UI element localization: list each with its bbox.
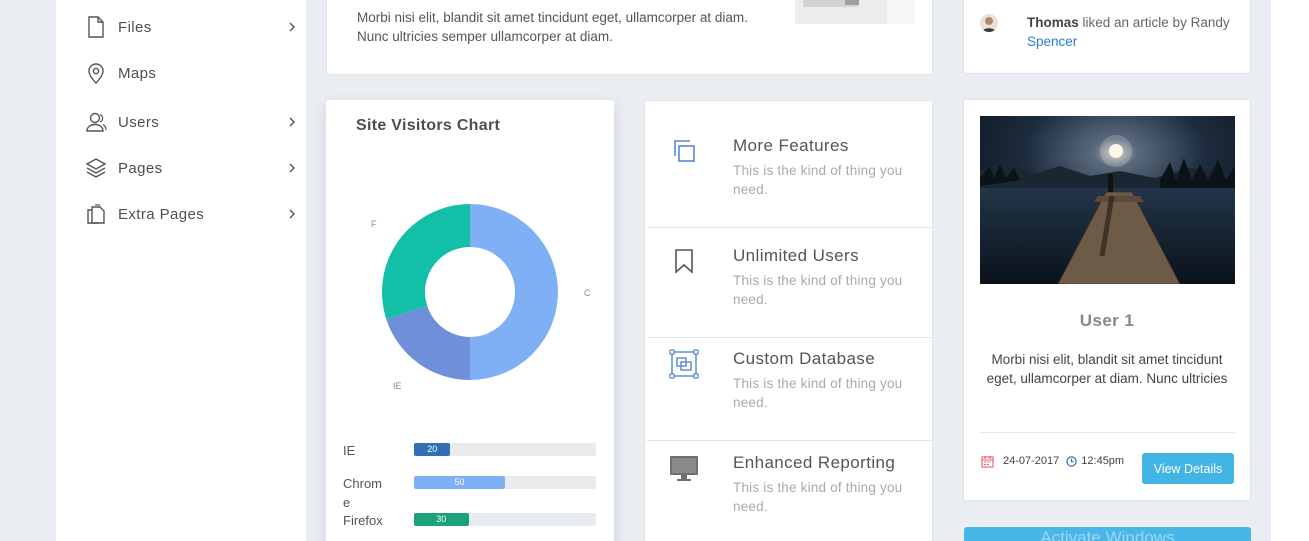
- sidebar-item-maps[interactable]: Maps: [84, 58, 298, 88]
- feature-desc: This is the kind of thing you need.: [733, 273, 903, 307]
- copy-icon: [669, 136, 699, 166]
- chevron-right-icon: [286, 162, 298, 174]
- article-card: Morbi nisi elit, blandit sit amet tincid…: [326, 0, 933, 75]
- sidebar-item-label: Extra Pages: [118, 205, 205, 223]
- feature-title: More Features: [733, 136, 849, 155]
- sidebar-item-files[interactable]: Files: [84, 12, 298, 42]
- activate-windows-watermark: Activate Windows: [964, 527, 1251, 541]
- avatar: [980, 14, 998, 32]
- sidebar-item-pages[interactable]: Pages: [84, 153, 298, 183]
- bar-label: Chrome: [343, 476, 383, 510]
- progress-track: 20: [414, 443, 596, 456]
- donut-label-c: C: [584, 288, 591, 298]
- sidebar-item-users[interactable]: Users: [84, 107, 298, 137]
- feature-desc: This is the kind of thing you need.: [733, 376, 903, 410]
- donut-slice-ie: [386, 305, 470, 380]
- page-margin-right: [1271, 0, 1309, 541]
- activity-action: liked an article by Randy: [1078, 15, 1230, 30]
- user-photo: [980, 116, 1235, 284]
- progress-track: 50: [414, 476, 596, 489]
- feature-title: Custom Database: [733, 349, 876, 368]
- site-visitors-card: Site Visitors Chart C IE F IE 20 Chrome …: [326, 100, 614, 541]
- clock-icon: [1065, 455, 1077, 467]
- map-pin-icon: [84, 61, 108, 85]
- features-card: More Features This is the kind of thing …: [644, 100, 933, 541]
- progress-fill: 30: [414, 513, 469, 526]
- sidebar-item-extra-pages[interactable]: Extra Pages: [84, 199, 298, 229]
- donut-slice-c: [470, 204, 558, 380]
- visitors-donut-chart: [382, 204, 558, 380]
- progress-track: 30: [414, 513, 596, 526]
- post-date: 24-07-2017: [1003, 455, 1060, 467]
- divider: [647, 337, 931, 338]
- page-margin: [0, 0, 56, 541]
- progress-fill: 20: [414, 443, 451, 456]
- chevron-right-icon: [286, 21, 298, 33]
- divider: [647, 440, 931, 441]
- monitor-icon: [669, 453, 699, 483]
- feature-desc: This is the kind of thing you need.: [733, 480, 903, 514]
- sidebar-item-label: Users: [118, 113, 160, 131]
- calendar-icon: [980, 454, 994, 468]
- article-excerpt: Morbi nisi elit, blandit sit amet tincid…: [357, 10, 748, 44]
- watermark-text: Activate Windows: [1040, 528, 1175, 541]
- post-meta: 24-07-2017 12:45pm: [980, 454, 1124, 468]
- activity-card: Thomas liked an article by Randy Spencer: [963, 0, 1251, 74]
- database-frame-icon: [669, 349, 699, 379]
- copy-pages-icon: [84, 202, 108, 226]
- donut-slice-f: [382, 204, 470, 320]
- view-details-button[interactable]: View Details: [1142, 453, 1234, 484]
- bar-label: IE: [343, 443, 356, 458]
- sidebar-item-label: Maps: [118, 64, 157, 82]
- feature-title: Enhanced Reporting: [733, 453, 896, 472]
- file-icon: [84, 15, 108, 39]
- divider: [980, 432, 1235, 433]
- chevron-right-icon: [286, 116, 298, 128]
- feature-desc: This is the kind of thing you need.: [733, 163, 903, 197]
- user-name: User 1: [1079, 311, 1135, 330]
- sidebar-item-label: Pages: [118, 159, 163, 177]
- donut-label-f: F: [371, 219, 377, 229]
- donut-label-ie: IE: [393, 381, 402, 391]
- sidebar-nav: Files Maps Users Pages Extra Pages: [56, 0, 306, 541]
- layers-icon: [84, 156, 108, 180]
- chevron-right-icon: [286, 208, 298, 220]
- activity-message: Thomas liked an article by Randy Spencer: [1027, 13, 1237, 51]
- user-profile-card: User 1 Morbi nisi elit, blandit sit amet…: [963, 99, 1251, 501]
- activity-link[interactable]: Spencer: [1027, 34, 1077, 49]
- bookmark-icon: [669, 246, 699, 276]
- article-thumbnail: [795, 0, 915, 24]
- activity-user[interactable]: Thomas: [1027, 15, 1079, 30]
- sidebar-item-label: Files: [118, 18, 152, 36]
- progress-fill: 50: [414, 476, 505, 489]
- post-time: 12:45pm: [1081, 455, 1125, 467]
- divider: [647, 227, 931, 228]
- user-bio: Morbi nisi elit, blandit sit amet tincid…: [986, 352, 1228, 386]
- users-icon: [84, 110, 108, 134]
- feature-title: Unlimited Users: [733, 246, 859, 265]
- bar-label: Firefox: [343, 513, 383, 528]
